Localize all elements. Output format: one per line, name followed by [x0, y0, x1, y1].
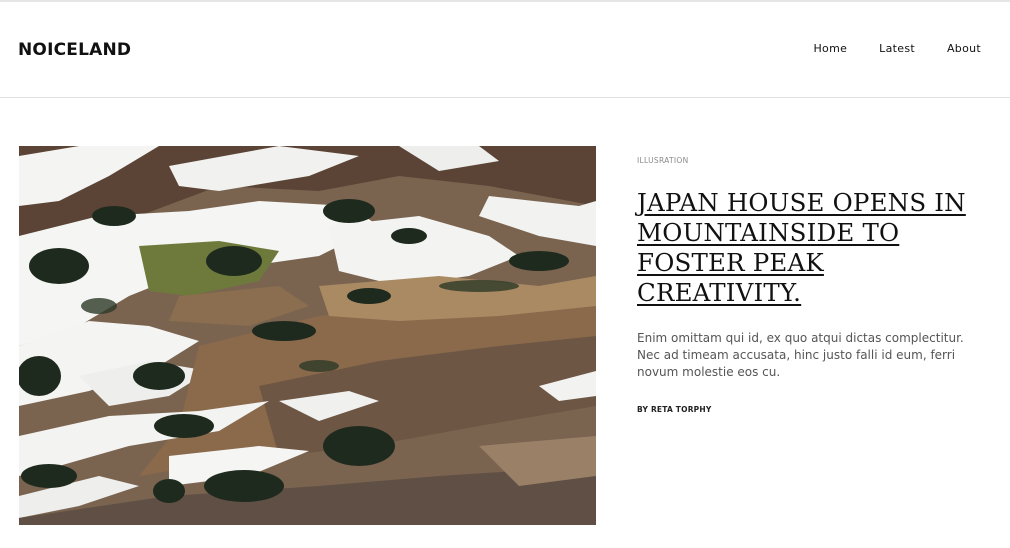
article-text: ILLUSRATION JAPAN HOUSE OPENS IN MOUNTAI… [637, 150, 982, 414]
site-header: NOICELAND Home Latest About [0, 2, 1010, 98]
main-nav: Home Latest About [813, 42, 981, 55]
nav-about-link[interactable]: About [947, 42, 981, 55]
mountain-landscape-image [19, 146, 596, 525]
category-tag[interactable]: ILLUSRATION [637, 156, 689, 165]
nav-home-link[interactable]: Home [813, 42, 847, 55]
article-hero-image[interactable] [19, 146, 596, 525]
article-headline[interactable]: JAPAN HOUSE OPENS IN MOUNTAINSIDE TO FOS… [637, 188, 982, 308]
article-excerpt: Enim omittam qui id, ex quo atqui dictas… [637, 331, 964, 379]
nav-latest-link[interactable]: Latest [879, 42, 915, 55]
site-logo[interactable]: NOICELAND [18, 40, 131, 60]
article-byline: BY RETA TORPHY [637, 405, 712, 414]
